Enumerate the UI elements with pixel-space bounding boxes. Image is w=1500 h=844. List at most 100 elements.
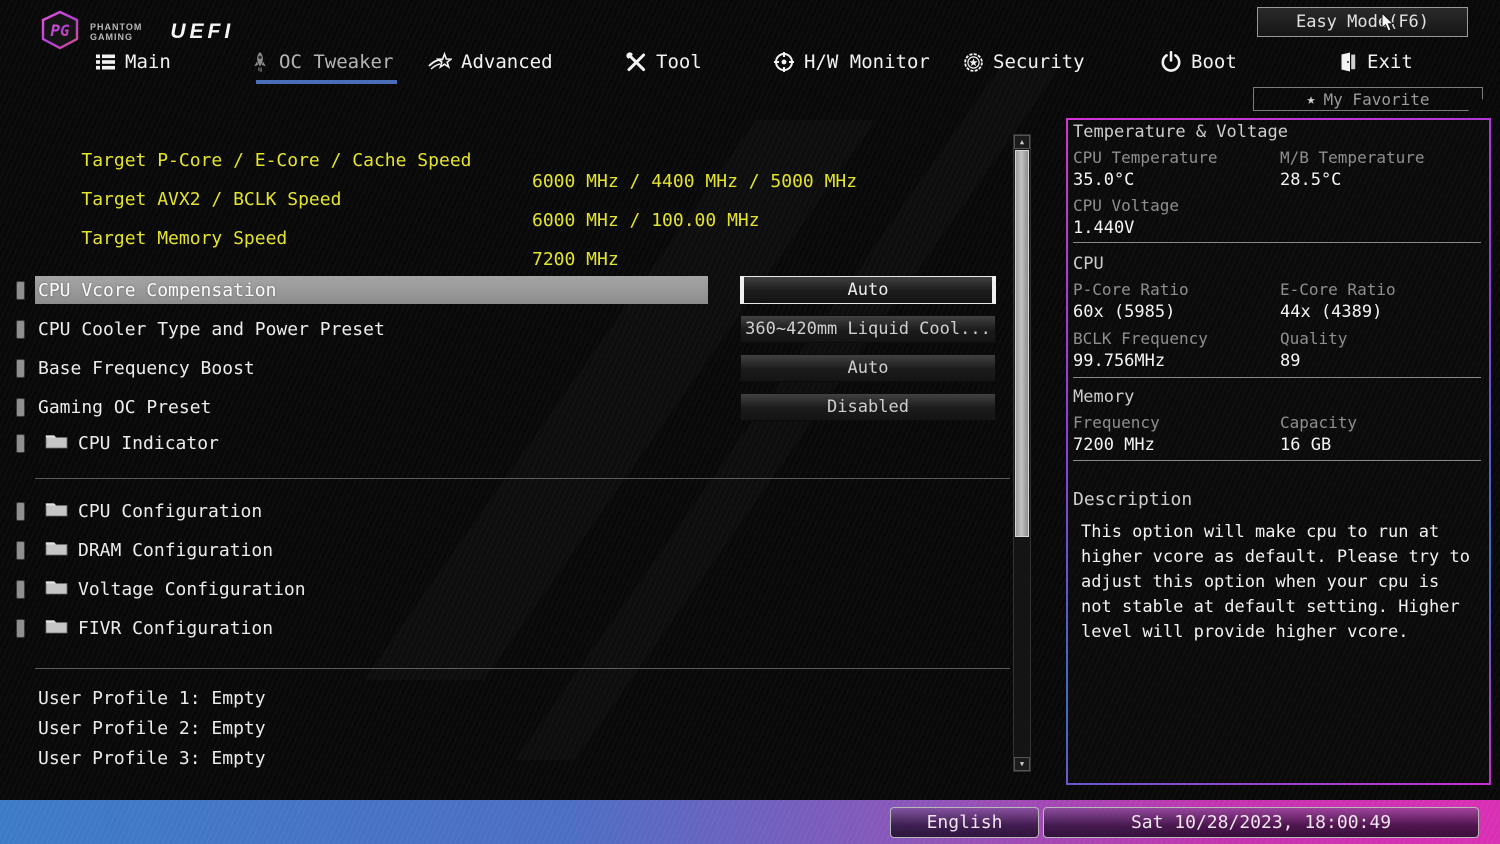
row-indicator — [16, 281, 25, 300]
setting-label: CPU Vcore Compensation — [38, 276, 276, 304]
setting-row[interactable]: Base Frequency Boost — [38, 354, 255, 382]
cpu-voltage-value: 1.440V — [1073, 218, 1134, 238]
bclk-frequency-value: 99.756MHz — [1073, 351, 1165, 371]
panel-divider — [1073, 460, 1481, 461]
section-divider — [35, 478, 1010, 479]
svg-text:PG: PG — [50, 21, 70, 40]
language-button[interactable]: English — [890, 807, 1039, 838]
tab-main[interactable]: Main — [95, 46, 171, 78]
quality-value: 89 — [1280, 351, 1300, 371]
datetime-button[interactable]: Sat 10/28/2023, 18:00:49 — [1043, 807, 1479, 838]
brand-name: PHANTOM GAMING — [90, 22, 142, 42]
folder-row-fivr-configuration[interactable]: FIVR Configuration — [45, 615, 273, 641]
folder-label: FIVR Configuration — [78, 618, 273, 639]
section-title-description: Description — [1073, 489, 1192, 510]
row-indicator — [16, 502, 25, 521]
scrollbar[interactable]: ▲ ▼ — [1013, 134, 1031, 772]
user-profile-1[interactable]: User Profile 1: Empty — [38, 688, 266, 709]
folder-label: CPU Configuration — [78, 501, 262, 522]
mb-temp-value: 28.5°C — [1280, 170, 1341, 190]
ecore-ratio-value: 44x (4389) — [1280, 302, 1382, 322]
tab-hw-monitor[interactable]: H/W Monitor — [773, 46, 930, 78]
tab-boot[interactable]: Boot — [1160, 46, 1237, 78]
row-indicator — [16, 320, 25, 339]
section-title-cpu: CPU — [1073, 254, 1104, 274]
target-value: 7200 MHz — [532, 249, 619, 270]
user-profile-2[interactable]: User Profile 2: Empty — [38, 718, 266, 739]
tab-advanced-label: Advanced — [461, 51, 553, 73]
tab-hw-monitor-label: H/W Monitor — [804, 51, 930, 73]
tab-boot-label: Boot — [1191, 51, 1237, 73]
quality-label: Quality — [1280, 329, 1347, 348]
folder-row-cpu-configuration[interactable]: CPU Configuration — [45, 498, 262, 524]
setting-row-selected[interactable]: CPU Vcore Compensation — [35, 276, 708, 304]
mb-temp-label: M/B Temperature — [1280, 148, 1425, 167]
folder-row-cpu-indicator[interactable]: CPU Indicator — [45, 430, 219, 456]
info-panel-inner: Temperature & Voltage CPU Temperature M/… — [1068, 120, 1489, 783]
setting-value-button[interactable]: Auto — [740, 354, 996, 382]
bclk-frequency-label: BCLK Frequency — [1073, 329, 1208, 348]
tab-advanced[interactable]: Advanced — [428, 46, 553, 78]
uefi-logo: UEFI — [170, 20, 234, 44]
list-icon — [95, 52, 116, 72]
user-profile-3[interactable]: User Profile 3: Empty — [38, 748, 266, 769]
row-indicator — [16, 580, 25, 599]
scrollbar-thumb[interactable] — [1015, 150, 1029, 537]
row-indicator — [16, 619, 25, 638]
tab-exit[interactable]: Exit — [1338, 46, 1413, 78]
section-title-memory: Memory — [1073, 387, 1134, 407]
tab-main-label: Main — [125, 51, 171, 73]
uefi-screen: PG PHANTOM GAMING UEFI Easy Mode(F6) Mai… — [0, 0, 1500, 844]
description-text: This option will make cpu to run at high… — [1081, 520, 1477, 645]
folder-icon — [45, 617, 68, 639]
tab-security-label: Security — [993, 51, 1085, 73]
active-tab-underline — [256, 80, 397, 84]
ecore-ratio-label: E-Core Ratio — [1280, 280, 1396, 299]
tab-security[interactable]: Security — [963, 46, 1085, 78]
exit-door-icon — [1338, 51, 1358, 73]
folder-icon — [45, 500, 68, 522]
brand-name-line2: GAMING — [90, 32, 133, 42]
folder-icon — [45, 432, 68, 454]
row-indicator — [16, 359, 25, 378]
phantom-gaming-logo-icon: PG — [38, 10, 82, 54]
cpu-temp-value: 35.0°C — [1073, 170, 1134, 190]
info-panel: Temperature & Voltage CPU Temperature M/… — [1066, 118, 1491, 785]
scroll-down-arrow[interactable]: ▼ — [1014, 757, 1030, 771]
row-indicator — [16, 541, 25, 560]
folder-label: Voltage Configuration — [78, 579, 306, 600]
mouse-cursor-icon — [1381, 13, 1396, 37]
section-title-temp-voltage: Temperature & Voltage — [1073, 122, 1288, 142]
my-favorite-button[interactable]: ★ My Favorite — [1253, 87, 1483, 111]
my-favorite-label: My Favorite — [1324, 90, 1430, 109]
memory-capacity-value: 16 GB — [1280, 435, 1331, 455]
target-value: 6000 MHz / 100.00 MHz — [532, 210, 760, 231]
badge-icon — [963, 52, 984, 73]
folder-row-dram-configuration[interactable]: DRAM Configuration — [45, 537, 273, 563]
cpu-temp-label: CPU Temperature — [1073, 148, 1218, 167]
scroll-up-arrow[interactable]: ▲ — [1014, 135, 1030, 149]
gauge-icon — [773, 51, 795, 73]
setting-row[interactable]: Gaming OC Preset — [38, 393, 211, 421]
pcore-ratio-value: 60x (5985) — [1073, 302, 1175, 322]
tab-oc-tweaker[interactable]: OC Tweaker — [250, 46, 393, 78]
panel-divider — [1073, 377, 1481, 378]
folder-row-voltage-configuration[interactable]: Voltage Configuration — [45, 576, 306, 602]
setting-row[interactable]: CPU Cooler Type and Power Preset — [38, 315, 385, 343]
row-indicator — [16, 434, 25, 453]
setting-value-button[interactable]: Auto — [740, 276, 996, 304]
memory-frequency-value: 7200 MHz — [1073, 435, 1155, 455]
memory-frequency-label: Frequency — [1073, 413, 1160, 432]
easy-mode-button[interactable]: Easy Mode(F6) — [1257, 7, 1468, 37]
setting-value-button[interactable]: 360~420mm Liquid Cool... — [740, 315, 996, 343]
setting-value-button[interactable]: Disabled — [740, 393, 996, 421]
folder-icon — [45, 578, 68, 600]
status-bar: English Sat 10/28/2023, 18:00:49 — [0, 800, 1500, 844]
tab-tool[interactable]: Tool — [626, 46, 702, 78]
row-indicator — [16, 398, 25, 417]
tab-exit-label: Exit — [1367, 51, 1413, 73]
tab-tool-label: Tool — [656, 51, 702, 73]
shooting-star-icon — [428, 52, 452, 72]
rocket-icon — [250, 51, 270, 73]
cpu-voltage-label: CPU Voltage — [1073, 196, 1179, 215]
